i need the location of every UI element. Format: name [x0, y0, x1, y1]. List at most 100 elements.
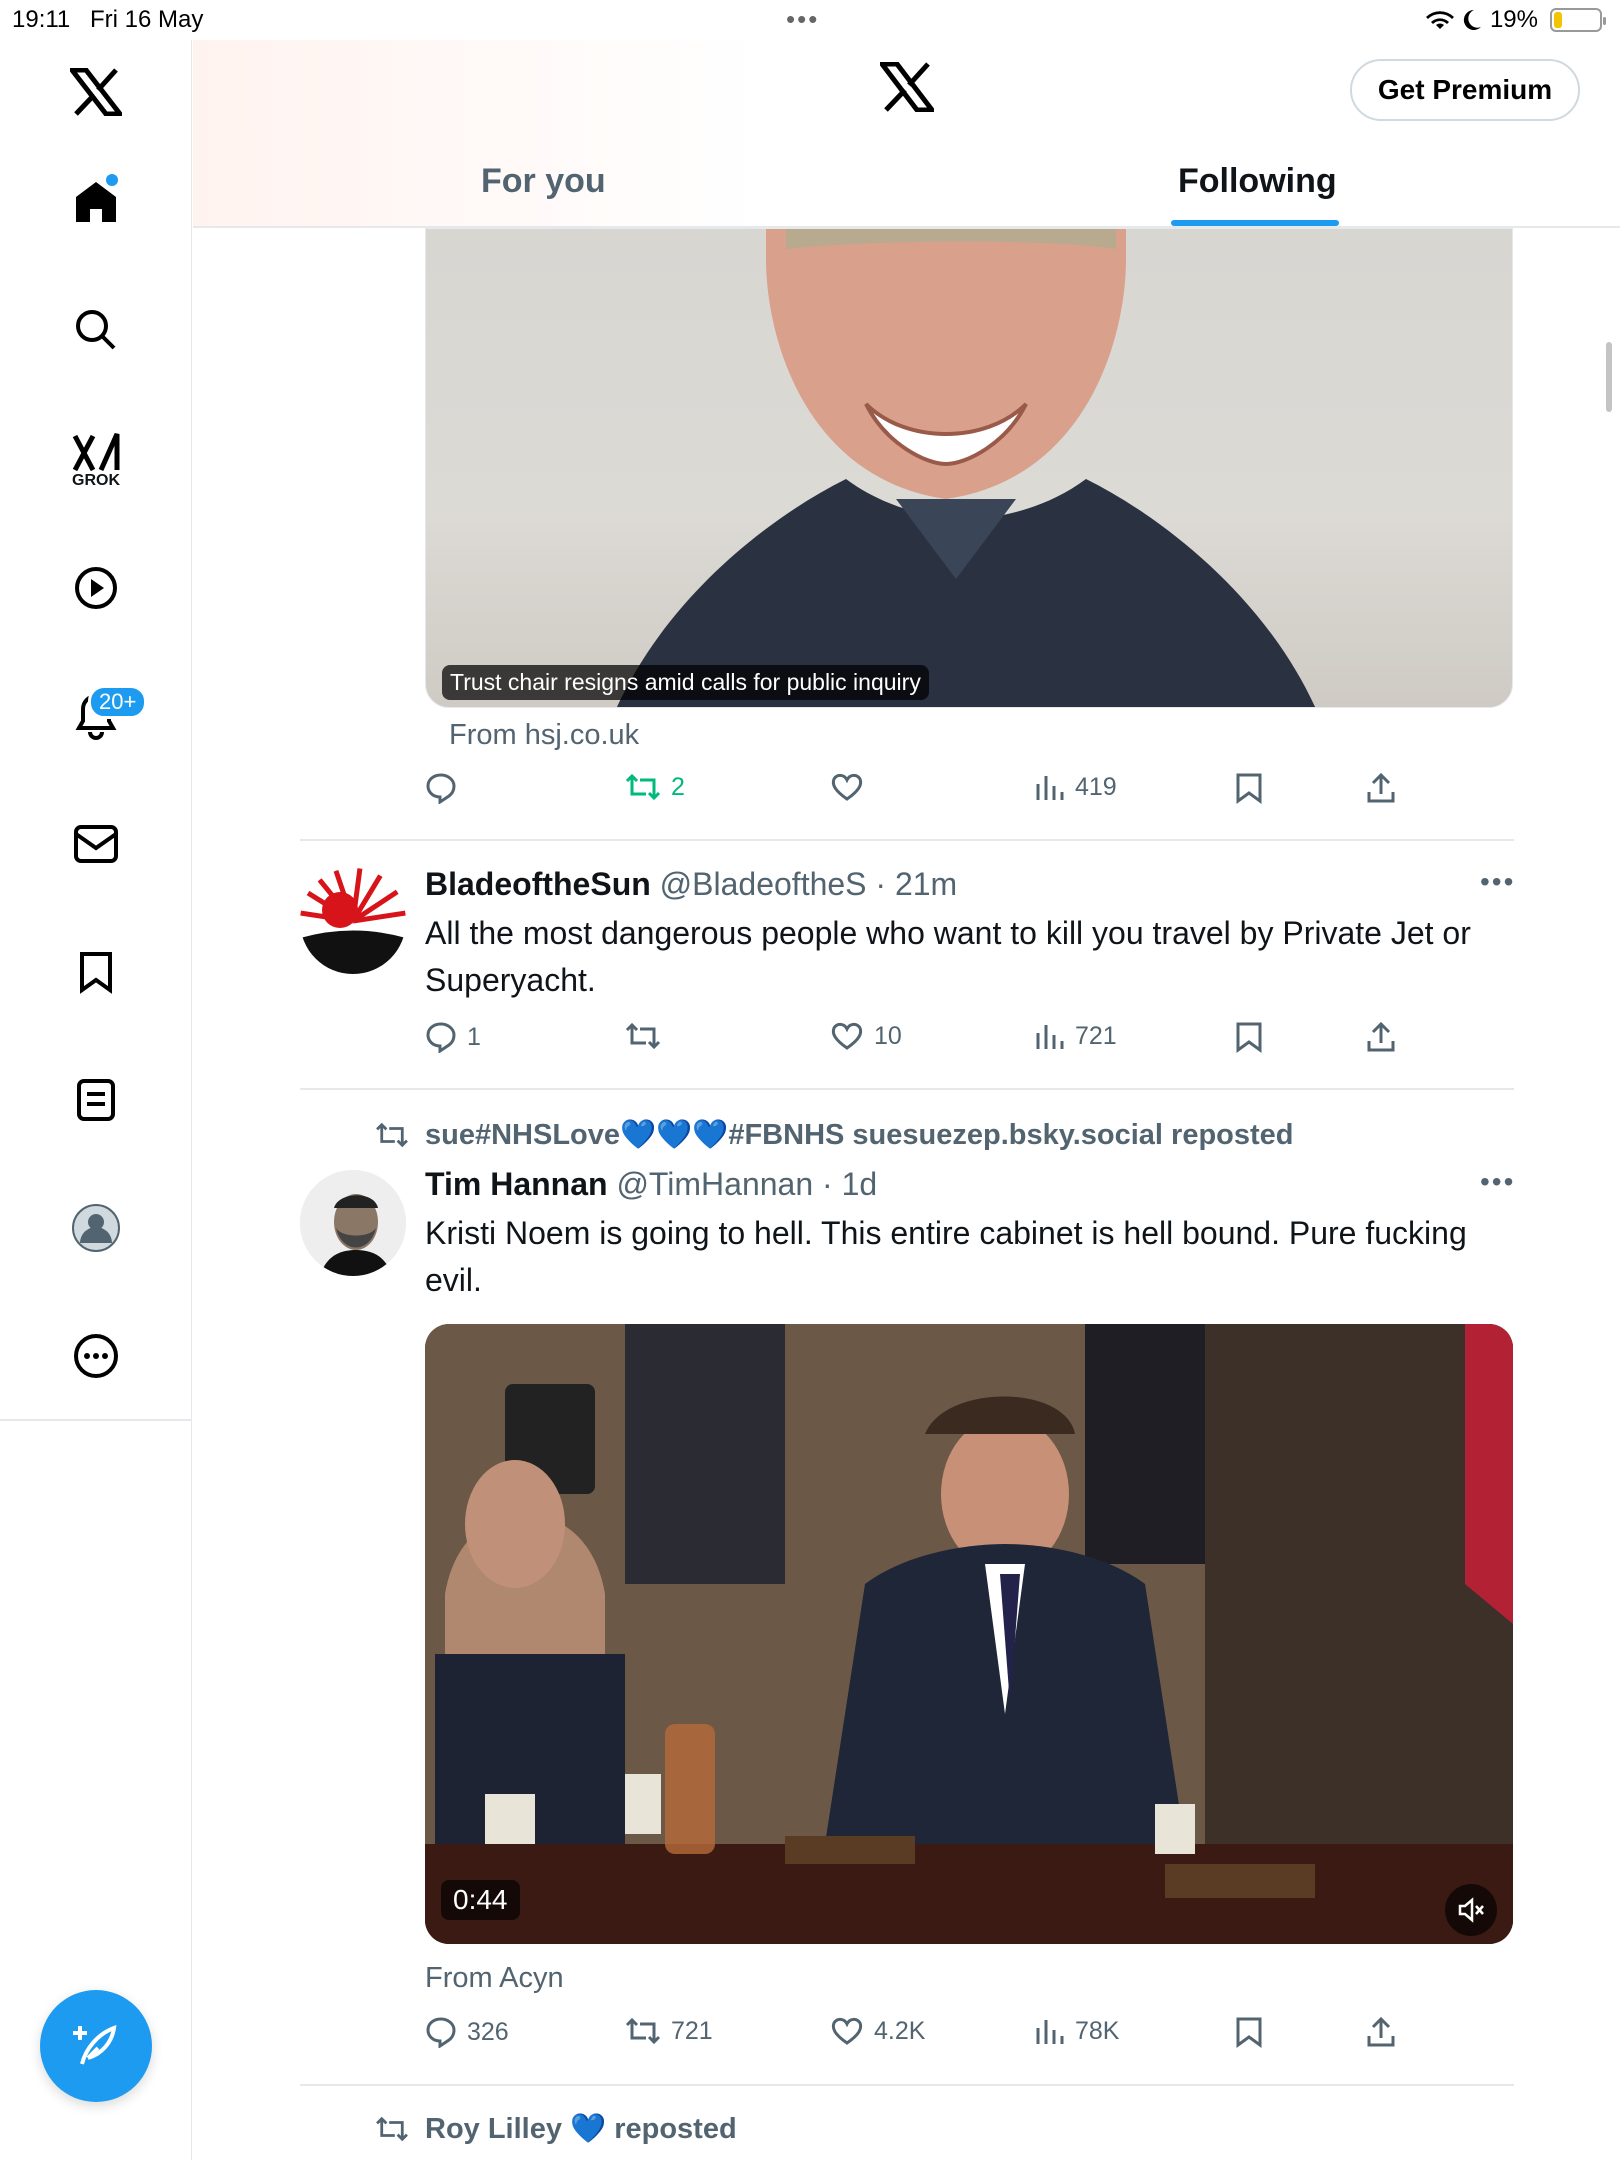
- video-frame: [425, 1324, 1513, 1944]
- author-name[interactable]: Tim Hannan: [425, 1166, 608, 1202]
- repost-icon: [625, 2017, 661, 2045]
- tweet3-actions: 326 721 4.2K 78K: [425, 2016, 1425, 2056]
- link-card-caption: Trust chair resigns amid calls for publi…: [442, 665, 929, 700]
- share-button[interactable]: [1365, 1021, 1397, 1053]
- tab-for-you[interactable]: For you: [481, 162, 606, 201]
- video-player[interactable]: 0:44: [425, 1324, 1513, 1944]
- views-button[interactable]: 419: [1035, 772, 1117, 802]
- views-count: 419: [1075, 772, 1117, 801]
- reply-button[interactable]: 1: [425, 1021, 481, 1053]
- play-circle-icon: [75, 567, 117, 609]
- timeline-header: Get Premium For you Following: [193, 40, 1620, 228]
- views-button[interactable]: 78K: [1035, 2016, 1119, 2046]
- views-icon: [1036, 1025, 1064, 1049]
- repost-icon: [376, 2116, 408, 2142]
- reply-count: 326: [467, 2017, 509, 2046]
- bookmark-button[interactable]: [1235, 1021, 1263, 1053]
- tweet-header: Tim Hannan @TimHannan · 1d: [425, 1166, 877, 1203]
- reply-icon: [426, 773, 456, 804]
- heart-icon: [831, 2017, 863, 2045]
- bookmark-icon: [80, 952, 112, 994]
- repost-button[interactable]: 721: [625, 2016, 713, 2046]
- more-options-icon[interactable]: •••: [1480, 1166, 1515, 1198]
- bookmark-button[interactable]: [1235, 772, 1263, 804]
- heart-icon: [831, 773, 863, 801]
- avatar[interactable]: [300, 1170, 406, 1276]
- views-icon: [1036, 2020, 1064, 2044]
- repost-icon: [376, 1122, 408, 1148]
- compose-post-button[interactable]: [40, 1990, 152, 2102]
- repost-context: sue#NHSLove💙💙💙#FBNHS suesuezep.bsky.soci…: [375, 1118, 1294, 1152]
- repost-count: 721: [671, 2016, 713, 2045]
- grok-label: GROK: [72, 472, 120, 489]
- tweet-header: BladeoftheSun @BladeoftheS · 21m: [425, 866, 957, 903]
- author-name[interactable]: BladeoftheSun: [425, 866, 651, 902]
- tweet1-actions: 2 419: [425, 772, 1425, 812]
- share-button[interactable]: [1365, 772, 1397, 804]
- get-premium-button[interactable]: Get Premium: [1350, 59, 1580, 121]
- scrollbar[interactable]: [1606, 342, 1612, 412]
- reply-button[interactable]: [425, 772, 457, 804]
- x-logo-icon[interactable]: [56, 52, 136, 132]
- status-bar: 19:11 Fri 16 May ••• 19%: [0, 0, 1620, 40]
- repost-icon: [625, 773, 661, 801]
- author-handle[interactable]: @BladeoftheS · 21m: [660, 866, 958, 902]
- repost-button[interactable]: 2: [625, 772, 685, 802]
- sidebar-item-more[interactable]: [56, 1316, 136, 1396]
- sidebar-item-home[interactable]: [56, 162, 136, 242]
- tweet-divider: [300, 1088, 1514, 1090]
- like-button[interactable]: 10: [830, 1021, 902, 1051]
- like-button[interactable]: [830, 772, 864, 802]
- share-icon: [1367, 2016, 1395, 2047]
- tweet-divider: [300, 2084, 1514, 2086]
- repost-count: 2: [671, 772, 685, 801]
- link-source[interactable]: From hsj.co.uk: [449, 719, 639, 752]
- repost-icon: [625, 1022, 661, 1050]
- sidebar-item-lists[interactable]: [56, 1060, 136, 1140]
- list-icon: [77, 1079, 115, 1121]
- sidebar-item-grok[interactable]: GROK: [56, 420, 136, 500]
- link-card-image[interactable]: Trust chair resigns amid calls for publi…: [425, 228, 1513, 708]
- sidebar-item-video[interactable]: [56, 548, 136, 628]
- views-button[interactable]: 721: [1035, 1021, 1117, 1051]
- bookmark-icon: [1236, 773, 1262, 804]
- tweet-text: All the most dangerous people who want t…: [425, 915, 1471, 998]
- reposted-by[interactable]: Roy Lilley 💙 reposted: [425, 2112, 737, 2146]
- reply-count: 1: [467, 1022, 481, 1051]
- tweet2-actions: 1 10 721: [425, 1021, 1425, 1061]
- like-button[interactable]: 4.2K: [830, 2016, 925, 2046]
- multitask-dots-icon[interactable]: •••: [786, 4, 819, 35]
- sidebar-divider: [0, 1419, 192, 1421]
- like-count: 10: [874, 1021, 902, 1050]
- sidebar-item-profile[interactable]: [56, 1188, 136, 1268]
- speaker-muted-icon: [1458, 1897, 1484, 1923]
- repost-button[interactable]: [625, 1021, 661, 1051]
- bookmark-button[interactable]: [1235, 2016, 1263, 2048]
- share-icon: [1367, 1021, 1395, 1052]
- status-date: Fri 16 May: [90, 6, 204, 33]
- grok-icon: [72, 432, 120, 472]
- more-options-icon[interactable]: •••: [1480, 866, 1515, 898]
- mute-button[interactable]: [1445, 1884, 1497, 1936]
- author-handle[interactable]: @TimHannan · 1d: [616, 1166, 877, 1202]
- battery-percent: 19%: [1489, 6, 1538, 33]
- tweet-divider: [300, 839, 1514, 841]
- reply-button[interactable]: 326: [425, 2016, 509, 2048]
- share-button[interactable]: [1365, 2016, 1397, 2048]
- x-logo-center-icon: [876, 61, 938, 117]
- sidebar-item-messages[interactable]: [56, 804, 136, 884]
- tweet-text: Kristi Noem is going to hell. This entir…: [425, 1215, 1467, 1298]
- avatar[interactable]: [300, 868, 406, 974]
- status-right: 19%: [1425, 6, 1606, 34]
- sidebar-nav: GROK 20+: [0, 40, 192, 2160]
- video-duration: 0:44: [441, 1880, 520, 1920]
- views-count: 721: [1075, 1021, 1117, 1050]
- tab-following[interactable]: Following: [1178, 162, 1337, 201]
- sidebar-item-bookmarks[interactable]: [56, 932, 136, 1012]
- reposted-by[interactable]: sue#NHSLove💙💙💙#FBNHS suesuezep.bsky.soci…: [425, 1118, 1294, 1152]
- video-source[interactable]: From Acyn: [425, 1962, 564, 1995]
- wifi-icon: [1425, 11, 1454, 29]
- sidebar-item-explore[interactable]: [56, 290, 136, 370]
- views-icon: [1036, 776, 1064, 800]
- tab-active-indicator: [1171, 220, 1339, 226]
